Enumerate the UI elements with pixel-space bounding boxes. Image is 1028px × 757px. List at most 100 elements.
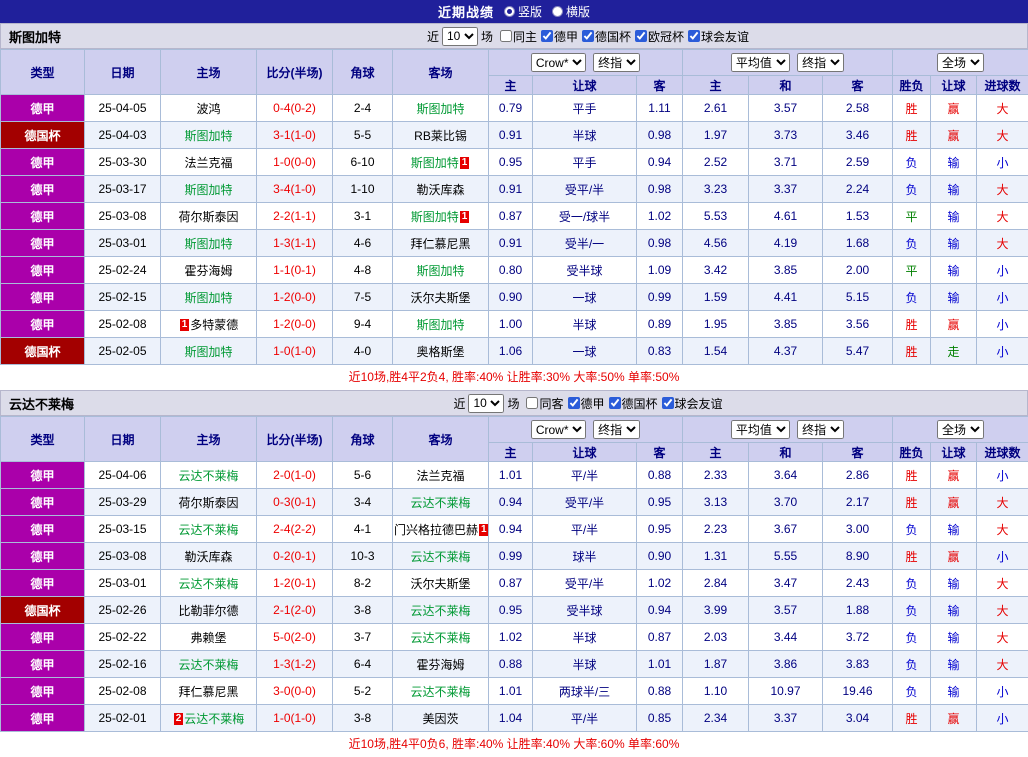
score-cell[interactable]: 3-0(0-0): [257, 678, 333, 705]
team-link[interactable]: 斯图加特: [416, 318, 464, 332]
score-cell[interactable]: 1-0(1-0): [257, 705, 333, 732]
filter-checkbox-item[interactable]: 球会友谊: [688, 28, 749, 45]
filter-checkbox-item[interactable]: 同主: [500, 28, 537, 45]
away-team-cell[interactable]: 斯图加特: [393, 257, 489, 284]
filter-checkbox[interactable]: [500, 30, 512, 42]
away-team-cell[interactable]: 霍芬海姆: [393, 651, 489, 678]
home-team-cell[interactable]: 法兰克福: [161, 149, 257, 176]
away-team-cell[interactable]: 云达不莱梅: [393, 597, 489, 624]
score-cell[interactable]: 1-0(0-0): [257, 149, 333, 176]
avg-source-select[interactable]: 平均值: [731, 420, 790, 439]
home-team-cell[interactable]: 云达不莱梅: [161, 651, 257, 678]
team-link[interactable]: 比勒菲尔德: [178, 604, 238, 618]
filter-checkbox-item[interactable]: 德国杯: [582, 28, 631, 45]
filter-checkbox[interactable]: [568, 397, 580, 409]
scope-select[interactable]: 全场: [937, 53, 984, 72]
filter-checkbox-item[interactable]: 球会友谊: [662, 395, 723, 412]
filter-checkbox[interactable]: [688, 30, 700, 42]
score-cell[interactable]: 2-4(2-2): [257, 516, 333, 543]
team-link[interactable]: 云达不莱梅: [178, 577, 238, 591]
home-team-cell[interactable]: 霍芬海姆: [161, 257, 257, 284]
filter-checkbox[interactable]: [541, 30, 553, 42]
odds-stage-select[interactable]: 终指: [593, 53, 640, 72]
home-team-cell[interactable]: 勒沃库森: [161, 543, 257, 570]
recent-count-select[interactable]: 10: [442, 27, 478, 46]
team-link[interactable]: 法兰克福: [416, 469, 464, 483]
team-link[interactable]: 拜仁慕尼黑: [178, 685, 238, 699]
filter-checkbox[interactable]: [635, 30, 647, 42]
team-link[interactable]: 斯图加特: [411, 156, 459, 170]
score-cell[interactable]: 2-0(1-0): [257, 462, 333, 489]
filter-checkbox[interactable]: [662, 397, 674, 409]
home-team-cell[interactable]: 斯图加特: [161, 230, 257, 257]
team-link[interactable]: 云达不莱梅: [178, 658, 238, 672]
team-link[interactable]: 云达不莱梅: [184, 712, 244, 726]
filter-checkbox[interactable]: [582, 30, 594, 42]
away-team-cell[interactable]: 拜仁慕尼黑: [393, 230, 489, 257]
away-team-cell[interactable]: 云达不莱梅: [393, 543, 489, 570]
horizontal-radio[interactable]: [552, 6, 563, 17]
away-team-cell[interactable]: 门兴格拉德巴赫1: [393, 516, 489, 543]
away-team-cell[interactable]: 斯图加特1: [393, 203, 489, 230]
away-team-cell[interactable]: 勒沃库森: [393, 176, 489, 203]
home-team-cell[interactable]: 云达不莱梅: [161, 462, 257, 489]
avg-stage-select[interactable]: 终指: [797, 420, 844, 439]
team-link[interactable]: 斯图加特: [184, 291, 232, 305]
team-link[interactable]: 沃尔夫斯堡: [410, 577, 470, 591]
filter-checkbox-item[interactable]: 同客: [526, 395, 563, 412]
filter-checkbox-item[interactable]: 德甲: [568, 395, 605, 412]
odds-source-select[interactable]: Crow*: [531, 420, 586, 439]
away-team-cell[interactable]: 美因茨: [393, 705, 489, 732]
filter-checkbox-item[interactable]: 德甲: [541, 28, 578, 45]
team-link[interactable]: 斯图加特: [416, 102, 464, 116]
home-team-cell[interactable]: 斯图加特: [161, 338, 257, 365]
score-cell[interactable]: 0-3(0-1): [257, 489, 333, 516]
filter-checkbox-item[interactable]: 德国杯: [609, 395, 658, 412]
score-cell[interactable]: 1-0(1-0): [257, 338, 333, 365]
scope-select[interactable]: 全场: [937, 420, 984, 439]
avg-stage-select[interactable]: 终指: [797, 53, 844, 72]
home-team-cell[interactable]: 比勒菲尔德: [161, 597, 257, 624]
away-team-cell[interactable]: 斯图加特: [393, 95, 489, 122]
team-link[interactable]: 斯图加特: [184, 183, 232, 197]
odds-stage-select[interactable]: 终指: [593, 420, 640, 439]
score-cell[interactable]: 1-1(0-1): [257, 257, 333, 284]
team-link[interactable]: 云达不莱梅: [410, 631, 470, 645]
recent-count-select[interactable]: 10: [468, 394, 504, 413]
away-team-cell[interactable]: 奥格斯堡: [393, 338, 489, 365]
team-link[interactable]: 勒沃库森: [416, 183, 464, 197]
score-cell[interactable]: 3-1(1-0): [257, 122, 333, 149]
away-team-cell[interactable]: 云达不莱梅: [393, 489, 489, 516]
score-cell[interactable]: 0-2(0-1): [257, 543, 333, 570]
score-cell[interactable]: 5-0(2-0): [257, 624, 333, 651]
away-team-cell[interactable]: 法兰克福: [393, 462, 489, 489]
team-link[interactable]: 斯图加特: [184, 237, 232, 251]
home-team-cell[interactable]: 斯图加特: [161, 176, 257, 203]
team-link[interactable]: 斯图加特: [184, 345, 232, 359]
team-link[interactable]: RB莱比锡: [414, 129, 467, 143]
team-link[interactable]: 云达不莱梅: [410, 685, 470, 699]
home-team-cell[interactable]: 斯图加特: [161, 284, 257, 311]
filter-checkbox-item[interactable]: 欧冠杯: [635, 28, 684, 45]
score-cell[interactable]: 3-4(1-0): [257, 176, 333, 203]
team-link[interactable]: 云达不莱梅: [410, 604, 470, 618]
team-link[interactable]: 奥格斯堡: [416, 345, 464, 359]
away-team-cell[interactable]: 沃尔夫斯堡: [393, 570, 489, 597]
team-link[interactable]: 荷尔斯泰因: [178, 496, 238, 510]
home-team-cell[interactable]: 斯图加特: [161, 122, 257, 149]
away-team-cell[interactable]: 云达不莱梅: [393, 678, 489, 705]
team-link[interactable]: 波鸿: [196, 102, 220, 116]
layout-option-vertical[interactable]: 竖版: [504, 3, 542, 20]
team-link[interactable]: 斯图加特: [411, 210, 459, 224]
home-team-cell[interactable]: 荷尔斯泰因: [161, 489, 257, 516]
home-team-cell[interactable]: 拜仁慕尼黑: [161, 678, 257, 705]
home-team-cell[interactable]: 波鸿: [161, 95, 257, 122]
home-team-cell[interactable]: 2云达不莱梅: [161, 705, 257, 732]
score-cell[interactable]: 2-1(2-0): [257, 597, 333, 624]
layout-option-horizontal[interactable]: 横版: [552, 3, 590, 20]
away-team-cell[interactable]: 斯图加特1: [393, 149, 489, 176]
team-link[interactable]: 云达不莱梅: [410, 550, 470, 564]
score-cell[interactable]: 2-2(1-1): [257, 203, 333, 230]
team-link[interactable]: 斯图加特: [416, 264, 464, 278]
team-link[interactable]: 美因茨: [422, 712, 458, 726]
